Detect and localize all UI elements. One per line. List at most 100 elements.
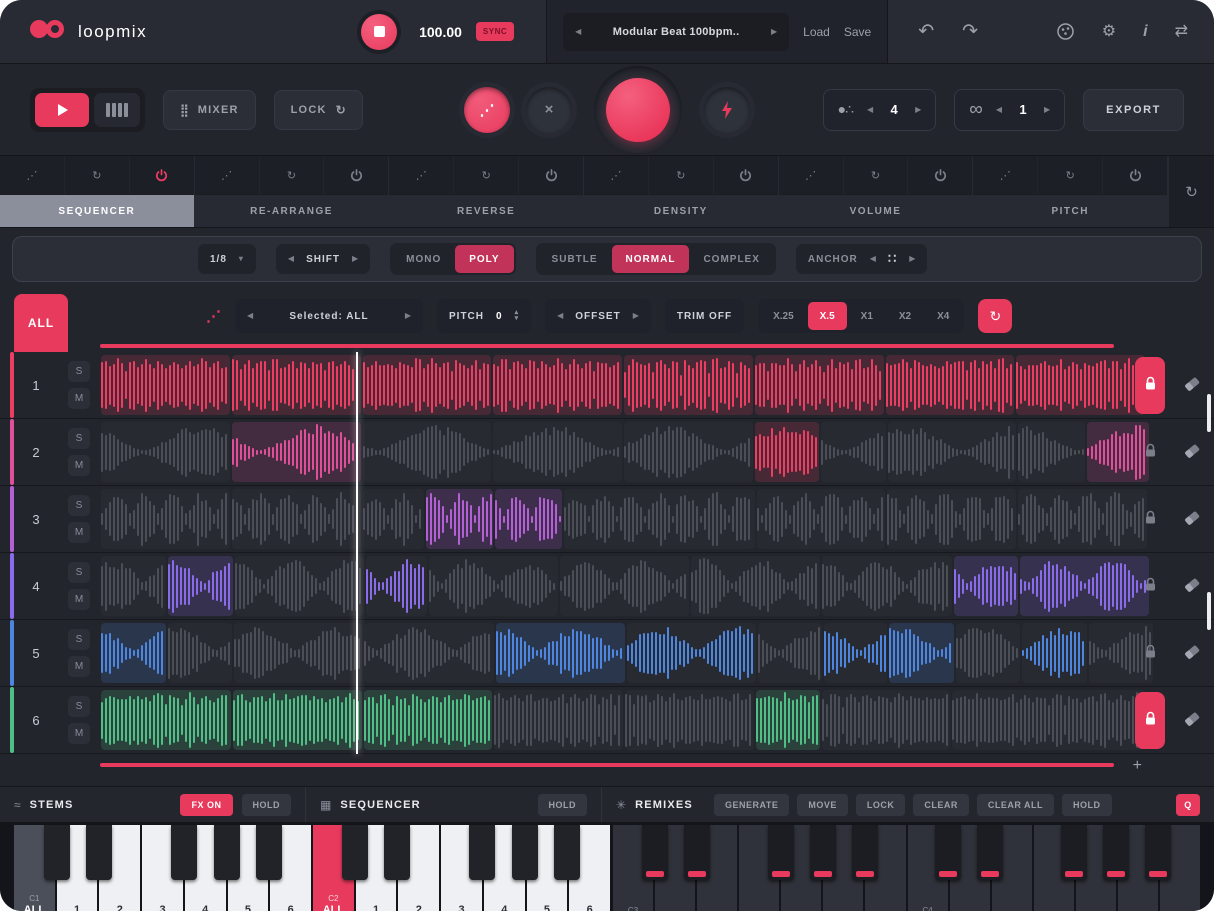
remix-clear-all-button[interactable]: CLEAR ALL <box>977 794 1054 816</box>
track-waveform[interactable] <box>100 620 1130 686</box>
loop-prev-button[interactable]: ◀ <box>996 106 1002 114</box>
waveform-segment[interactable] <box>233 690 362 750</box>
tab-power-icon[interactable] <box>324 156 388 194</box>
waveform-segment[interactable] <box>426 489 493 549</box>
piano-key-black[interactable] <box>852 825 878 880</box>
scrollbar-thumb[interactable] <box>1207 394 1211 432</box>
waveform-segment[interactable] <box>822 690 951 750</box>
tab-dots-icon[interactable]: ⋰ <box>389 156 454 194</box>
waveform-segment[interactable] <box>495 489 562 549</box>
waveform-segment[interactable] <box>1022 623 1087 683</box>
record-button[interactable] <box>606 78 670 142</box>
tab-loop-icon[interactable]: ↻ <box>649 156 714 194</box>
waveform-segment[interactable] <box>822 556 953 616</box>
mute-button[interactable]: M <box>68 656 90 677</box>
tab-loop-icon[interactable]: ↻ <box>844 156 909 194</box>
redo-button[interactable]: ↷ <box>962 22 978 41</box>
preset-name[interactable]: Modular Beat 100bpm.. <box>613 26 740 38</box>
waveform-segment[interactable] <box>232 489 361 549</box>
waveform-segment[interactable] <box>755 355 884 415</box>
waveform-segment[interactable] <box>757 489 886 549</box>
shift-left-button[interactable]: ◀ <box>288 255 294 263</box>
solo-button[interactable]: S <box>68 562 90 583</box>
remix-lock-button[interactable]: LOCK <box>856 794 906 816</box>
export-button[interactable]: EXPORT <box>1083 89 1184 131</box>
track-waveform[interactable] <box>100 419 1130 485</box>
waveform-segment[interactable] <box>101 556 166 616</box>
tab-loop-icon[interactable]: ↻ <box>260 156 325 194</box>
waveform-segment[interactable] <box>494 690 623 750</box>
waveform-segment[interactable] <box>493 422 622 482</box>
bpm-display[interactable]: 100.00 <box>419 24 462 40</box>
play-button[interactable] <box>35 93 89 127</box>
waveform-segment[interactable] <box>363 355 492 415</box>
piano-key-black[interactable] <box>214 825 240 880</box>
piano-key-black[interactable] <box>977 825 1003 880</box>
selected-prev-button[interactable]: ◀ <box>247 312 253 320</box>
tab-power-icon[interactable] <box>130 156 194 194</box>
tab-re-arrange[interactable]: RE-ARRANGE <box>195 194 389 227</box>
waveform-segment[interactable] <box>956 623 1020 683</box>
piano-key-black[interactable] <box>935 825 961 880</box>
waveform-segment[interactable] <box>952 690 1145 750</box>
tab-reverse[interactable]: REVERSE <box>389 194 583 227</box>
waveform-segment[interactable] <box>101 489 230 549</box>
pattern-next-button[interactable]: ▶ <box>915 106 921 114</box>
piano-key-black[interactable] <box>86 825 112 880</box>
waveform-segment[interactable] <box>493 355 622 415</box>
offset-next-button[interactable]: ▶ <box>633 312 639 320</box>
waveform-segment[interactable] <box>1018 422 1085 482</box>
track-waveform[interactable] <box>100 486 1130 552</box>
tab-loop-icon[interactable]: ↻ <box>454 156 519 194</box>
track-waveform[interactable] <box>100 352 1130 418</box>
piano-key-black[interactable] <box>684 825 710 880</box>
stems-hold-button[interactable]: HOLD <box>242 794 292 816</box>
waveform-segment[interactable] <box>889 623 954 683</box>
speed-x4-button[interactable]: X4 <box>925 302 961 330</box>
keyboard-mode-button[interactable] <box>94 93 140 127</box>
track-lock-button[interactable] <box>1135 625 1165 682</box>
remix-move-button[interactable]: MOVE <box>797 794 848 816</box>
offset-prev-button[interactable]: ◀ <box>557 312 563 320</box>
progress-line-top[interactable] <box>100 344 1114 348</box>
complexity-complex-button[interactable]: COMPLEX <box>689 245 773 273</box>
waveform-segment[interactable] <box>887 489 1016 549</box>
remix-hold-button[interactable]: HOLD <box>1062 794 1112 816</box>
waveform-segment[interactable] <box>364 690 493 750</box>
piano-key-black[interactable] <box>642 825 668 880</box>
waveform-segment[interactable] <box>232 355 361 415</box>
waveform-segment[interactable] <box>564 489 755 549</box>
waveform-segment[interactable] <box>168 623 232 683</box>
waveform-segment[interactable] <box>755 422 819 482</box>
track-number[interactable]: 6 <box>14 687 58 753</box>
track-erase-button[interactable] <box>1183 577 1201 596</box>
crossfade-knob[interactable]: × <box>526 87 572 133</box>
track-erase-button[interactable] <box>1183 443 1201 462</box>
piano-key-black[interactable] <box>342 825 368 880</box>
stop-button[interactable] <box>361 14 397 50</box>
waveform-segment[interactable] <box>560 556 689 616</box>
tab-power-icon[interactable] <box>519 156 583 194</box>
waveform-segment[interactable] <box>886 355 1015 415</box>
waveform-segment[interactable] <box>363 422 492 482</box>
waveform-segment[interactable] <box>954 556 1018 616</box>
global-refresh-icon[interactable]: ↻ <box>1168 156 1214 227</box>
waveform-segment[interactable] <box>758 623 822 683</box>
speed-x-25-button[interactable]: X.25 <box>761 302 806 330</box>
tab-power-icon[interactable] <box>714 156 778 194</box>
quantize-button[interactable]: Q <box>1176 794 1200 816</box>
remix-clear-button[interactable]: CLEAR <box>913 794 969 816</box>
anchor-prev-button[interactable]: ◀ <box>870 255 876 263</box>
sequencer-hold-button[interactable]: HOLD <box>538 794 588 816</box>
tab-power-icon[interactable] <box>908 156 972 194</box>
tab-sequencer[interactable]: SEQUENCER <box>0 194 194 227</box>
solo-button[interactable]: S <box>68 361 90 382</box>
speed-x-5-button[interactable]: X.5 <box>808 302 847 330</box>
track-waveform[interactable] <box>100 553 1130 619</box>
tab-loop-icon[interactable]: ↻ <box>65 156 130 194</box>
mute-button[interactable]: M <box>68 455 90 476</box>
track-erase-button[interactable] <box>1183 376 1201 395</box>
piano-key-black[interactable] <box>554 825 580 880</box>
preset-prev-button[interactable]: ◀ <box>575 28 581 36</box>
waveform-segment[interactable] <box>888 422 1017 482</box>
